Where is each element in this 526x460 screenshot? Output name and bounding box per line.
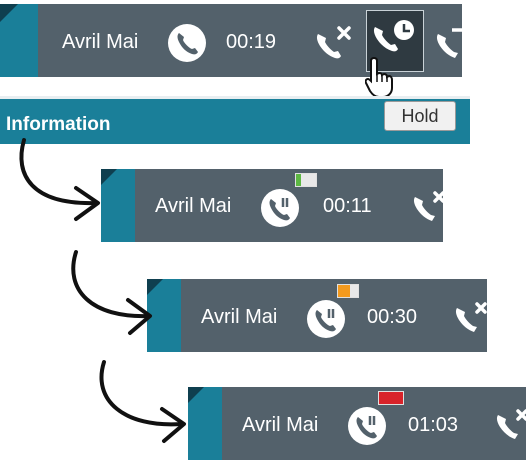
sequence-arrows [19, 138, 186, 443]
